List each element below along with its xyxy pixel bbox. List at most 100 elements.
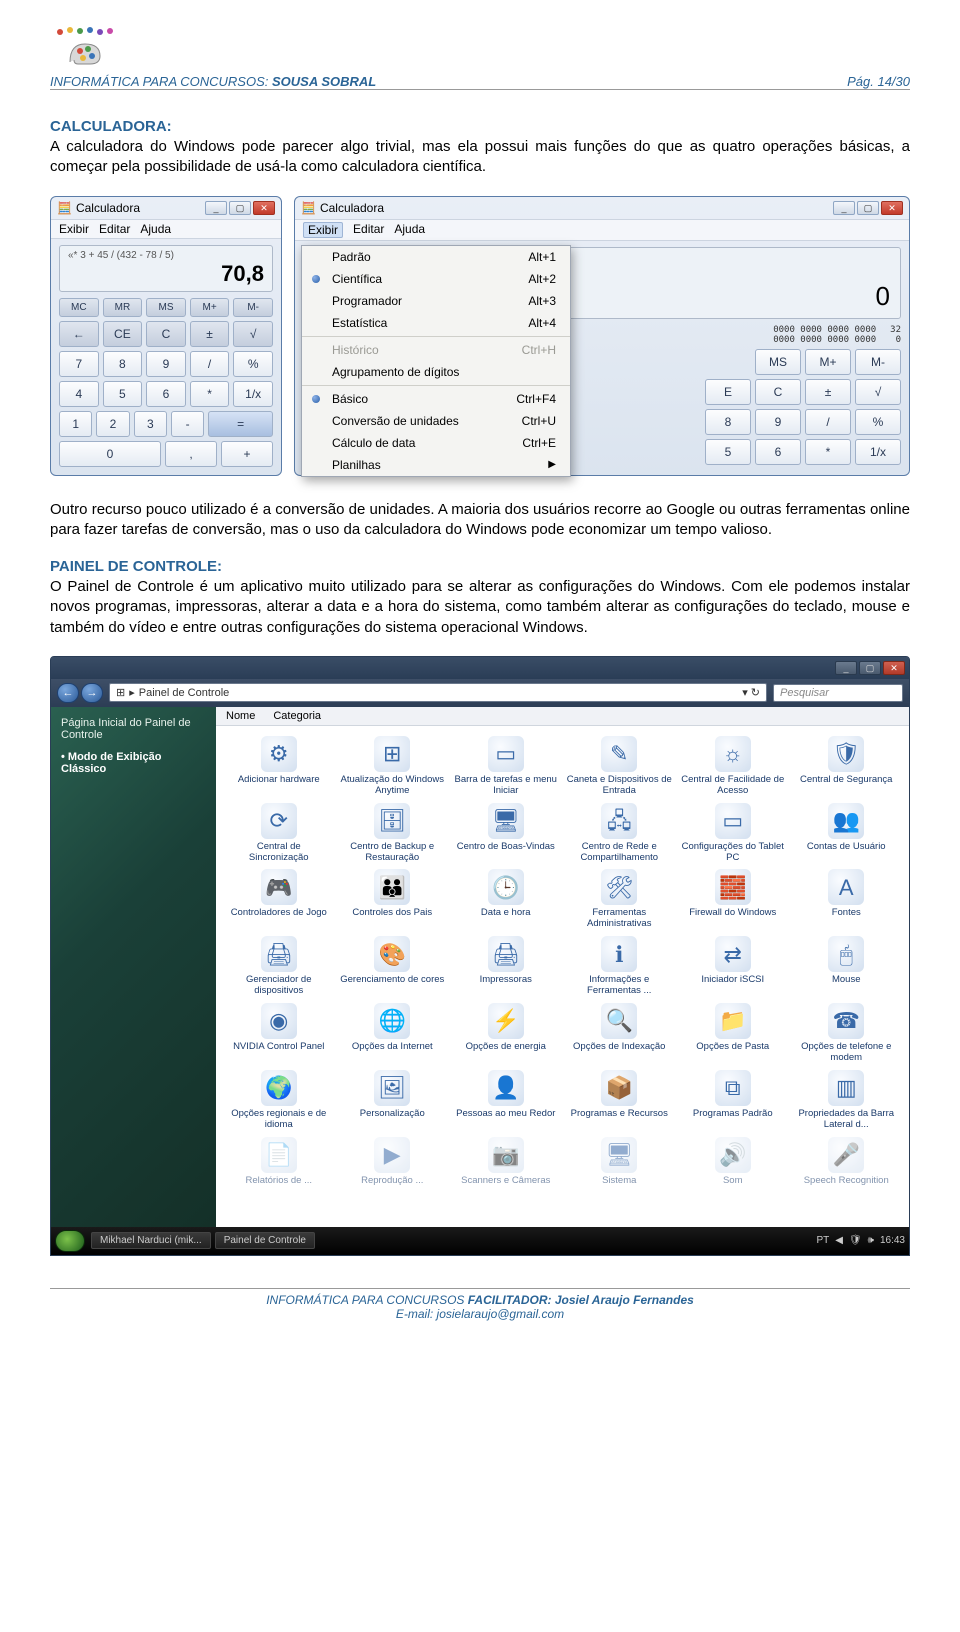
calc-key[interactable]: + — [221, 441, 273, 467]
calc-key[interactable]: * — [190, 381, 230, 407]
calc-key[interactable]: M+ — [805, 349, 851, 375]
dropdown-item[interactable]: Agrupamento de dígitos — [302, 361, 570, 383]
dropdown-item[interactable]: CientíficaAlt+2 — [302, 268, 570, 290]
column-header[interactable]: Categoria — [273, 710, 321, 722]
cp-item[interactable]: 🖨Impressoras — [451, 934, 561, 999]
cp-item[interactable]: ▥Propriedades da Barra Lateral d... — [792, 1068, 902, 1133]
cp-item[interactable]: 👤Pessoas ao meu Redor — [451, 1068, 561, 1133]
calc-key[interactable]: MC — [59, 298, 99, 317]
calc-key[interactable]: MS — [146, 298, 186, 317]
column-header[interactable]: Nome — [226, 710, 255, 722]
cp-item[interactable]: ☼Central de Facilidade de Acesso — [678, 734, 788, 799]
cp-item[interactable]: ℹInformações e Ferramentas ... — [565, 934, 675, 999]
cp-item[interactable]: 🌐Opções da Internet — [338, 1001, 448, 1066]
maximize-button[interactable]: ▢ — [857, 201, 879, 215]
cp-item[interactable]: 🎤Speech Recognition — [792, 1135, 902, 1189]
cp-item[interactable]: 🖱Mouse — [792, 934, 902, 999]
cp-item[interactable]: 🔊Som — [678, 1135, 788, 1189]
dropdown-item[interactable]: ProgramadorAlt+3 — [302, 290, 570, 312]
calc-key[interactable]: 1/x — [855, 439, 901, 465]
calc-key[interactable]: C — [755, 379, 801, 405]
dropdown-item[interactable]: BásicoCtrl+F4 — [302, 385, 570, 410]
calc-key[interactable]: 6 — [146, 381, 186, 407]
calc-key[interactable]: 8 — [103, 351, 143, 377]
dropdown-item[interactable]: EstatísticaAlt+4 — [302, 312, 570, 334]
calc-key[interactable]: MS — [755, 349, 801, 375]
calc-key[interactable]: CE — [103, 321, 143, 347]
calc-key[interactable]: 9 — [146, 351, 186, 377]
cp-item[interactable]: ▭Barra de tarefas e menu Iniciar — [451, 734, 561, 799]
calc-key[interactable]: * — [805, 439, 851, 465]
cp-item[interactable]: 🌍Opções regionais e de idioma — [224, 1068, 334, 1133]
back-button[interactable]: ← — [57, 683, 79, 703]
calc-key[interactable]: ± — [805, 379, 851, 405]
calc-key[interactable]: 8 — [705, 409, 751, 435]
calc-key[interactable]: - — [171, 411, 204, 437]
calc-key[interactable]: / — [190, 351, 230, 377]
cp-item[interactable]: 📄Relatórios de ... — [224, 1135, 334, 1189]
tray-icon[interactable]: ◀ — [835, 1235, 843, 1246]
calc-key[interactable]: 2 — [96, 411, 129, 437]
menu-item[interactable]: Exibir — [59, 222, 89, 236]
language-indicator[interactable]: PT — [816, 1235, 829, 1246]
menu-item[interactable]: Editar — [99, 222, 130, 236]
cp-item[interactable]: AFontes — [792, 867, 902, 932]
cp-item[interactable]: 🛡Central de Segurança — [792, 734, 902, 799]
calc-key[interactable]: % — [233, 351, 273, 377]
breadcrumb[interactable]: ⊞ ▸ Painel de Controle ▾ ↻ — [109, 683, 767, 702]
calc-key[interactable]: M- — [233, 298, 273, 317]
calc-key[interactable]: ± — [190, 321, 230, 347]
calc-key[interactable]: MR — [103, 298, 143, 317]
calc-key[interactable]: C — [146, 321, 186, 347]
calc-key[interactable]: , — [165, 441, 217, 467]
calc-key[interactable]: / — [805, 409, 851, 435]
cp-item[interactable]: ☎Opções de telefone e modem — [792, 1001, 902, 1066]
calc-key[interactable]: M+ — [190, 298, 230, 317]
cp-item[interactable]: 👥Contas de Usuário — [792, 801, 902, 866]
cp-item[interactable]: ⧉Programas Padrão — [678, 1068, 788, 1133]
cp-item[interactable]: 🖧Centro de Rede e Compartilhamento — [565, 801, 675, 866]
calc-key[interactable]: M- — [855, 349, 901, 375]
calc-key[interactable]: E — [705, 379, 751, 405]
calc-key[interactable]: = — [208, 411, 273, 437]
cp-item[interactable]: ⟳Central de Sincronização — [224, 801, 334, 866]
calc-key[interactable]: 1/x — [233, 381, 273, 407]
calc-key[interactable]: 1 — [59, 411, 92, 437]
cp-item[interactable]: 🛠Ferramentas Administrativas — [565, 867, 675, 932]
cp-item[interactable]: 🖥Sistema — [565, 1135, 675, 1189]
menu-item[interactable]: Ajuda — [394, 222, 425, 238]
cp-item[interactable]: 📁Opções de Pasta — [678, 1001, 788, 1066]
cp-item[interactable]: 👪Controles dos Pais — [338, 867, 448, 932]
calc-key[interactable]: 9 — [755, 409, 801, 435]
search-input[interactable]: Pesquisar — [773, 684, 903, 702]
cp-item[interactable]: ⚙Adicionar hardware — [224, 734, 334, 799]
maximize-button[interactable]: ▢ — [859, 661, 881, 675]
minimize-button[interactable]: _ — [205, 201, 227, 215]
calc-key[interactable]: 5 — [103, 381, 143, 407]
menu-item[interactable]: Exibir — [303, 222, 343, 238]
cp-item[interactable]: 🔍Opções de Indexação — [565, 1001, 675, 1066]
cp-item[interactable]: 🎮Controladores de Jogo — [224, 867, 334, 932]
dropdown-item[interactable]: Cálculo de dataCtrl+E — [302, 432, 570, 454]
cp-item[interactable]: ⇄Iniciador iSCSI — [678, 934, 788, 999]
cp-item[interactable]: ✎Caneta e Dispositivos de Entrada — [565, 734, 675, 799]
taskbar-item[interactable]: Mikhael Narduci (mik... — [91, 1232, 211, 1249]
calc-key[interactable]: 0 — [59, 441, 161, 467]
cp-item[interactable]: 📦Programas e Recursos — [565, 1068, 675, 1133]
calc-key[interactable]: 3 — [134, 411, 167, 437]
dropdown-item[interactable]: Planilhas▶ — [302, 454, 570, 476]
tray-icon[interactable]: 🕪 — [868, 1235, 874, 1246]
calc-key[interactable]: ← — [59, 321, 99, 347]
close-button[interactable]: ✕ — [883, 661, 905, 675]
cp-item[interactable]: 🖼Personalização — [338, 1068, 448, 1133]
menu-item[interactable]: Editar — [353, 222, 384, 238]
calc-key[interactable]: 5 — [705, 439, 751, 465]
calc-key[interactable]: 4 — [59, 381, 99, 407]
maximize-button[interactable]: ▢ — [229, 201, 251, 215]
cp-item[interactable]: ▭Configurações do Tablet PC — [678, 801, 788, 866]
calc-key[interactable]: √ — [233, 321, 273, 347]
cp-item[interactable]: 🗄Centro de Backup e Restauração — [338, 801, 448, 866]
menu-item[interactable]: Ajuda — [140, 222, 171, 236]
dropdown-item[interactable]: PadrãoAlt+1 — [302, 246, 570, 268]
close-button[interactable]: ✕ — [881, 201, 903, 215]
